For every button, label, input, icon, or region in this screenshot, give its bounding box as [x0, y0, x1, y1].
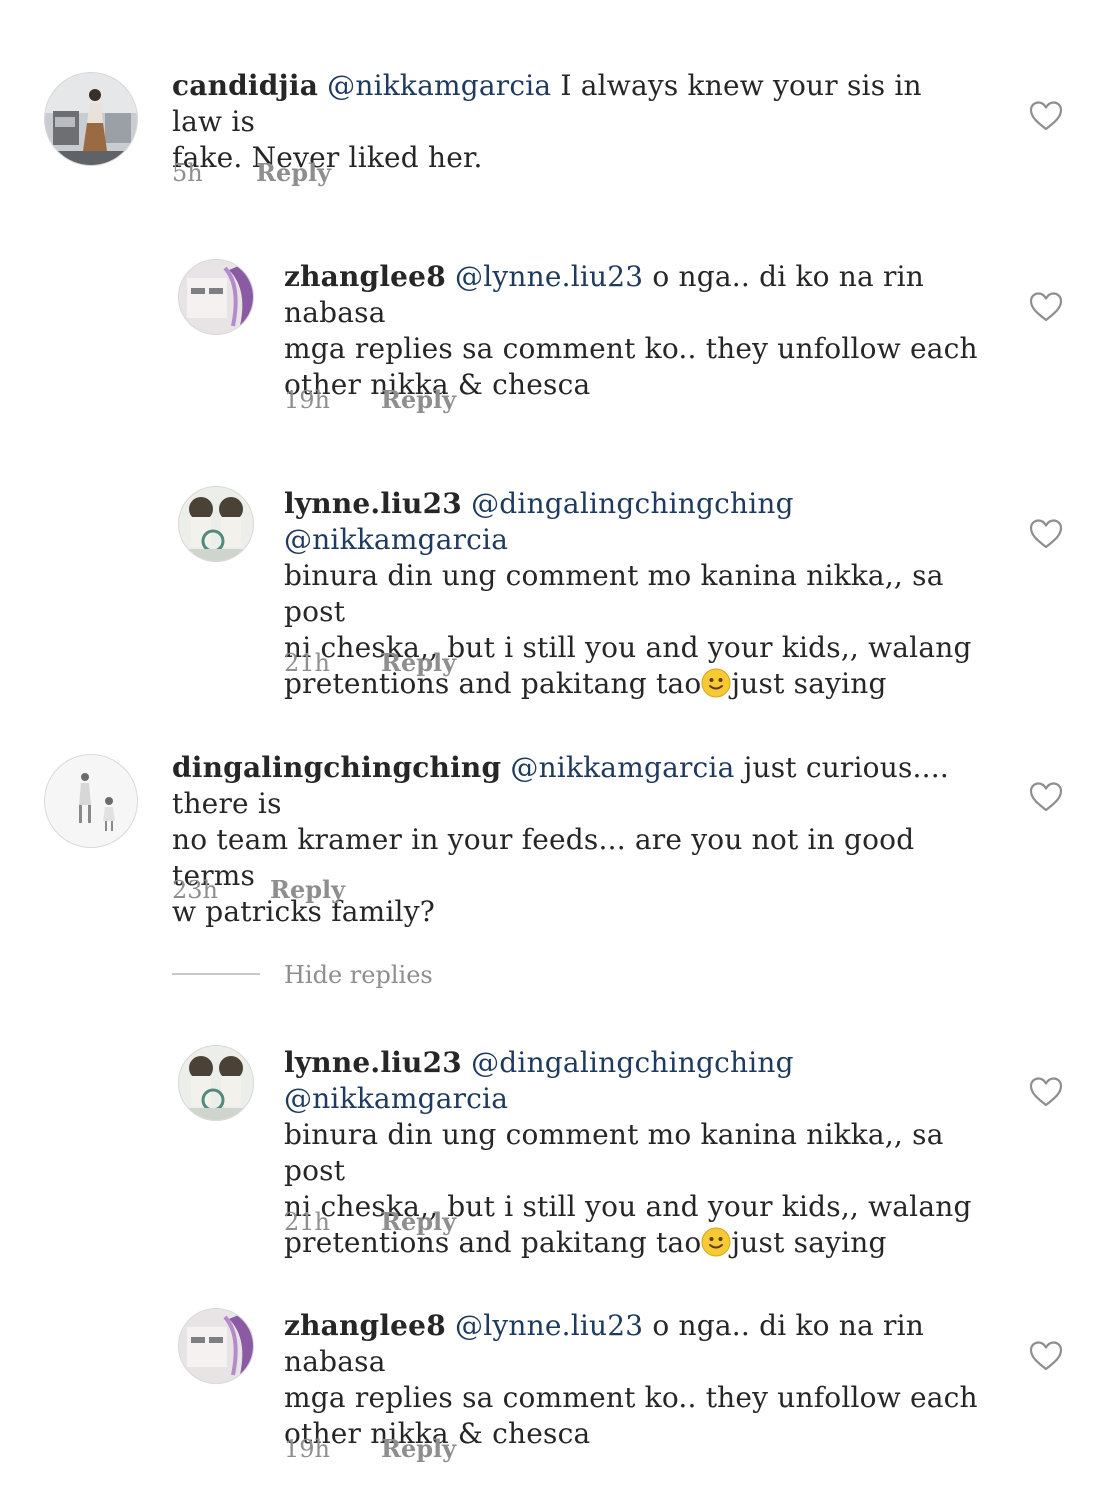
avatar-image [179, 1046, 253, 1120]
comment-username[interactable]: lynne.liu23 [284, 1046, 462, 1079]
comment-meta: 23h Reply [172, 875, 472, 905]
comment-mention[interactable]: @nikkamgarcia [327, 69, 551, 102]
comment-meta: 21h Reply [284, 648, 584, 678]
comment-body: just saying [731, 1226, 887, 1259]
comment-username[interactable]: lynne.liu23 [284, 487, 462, 520]
comment-mention[interactable]: @nikkamgarcia [510, 751, 734, 784]
avatar-image [179, 1309, 253, 1383]
comment-username[interactable]: candidjia [172, 69, 318, 102]
smiling-face-emoji-icon [701, 668, 731, 698]
reply-button[interactable]: Reply [381, 1207, 456, 1237]
comment-timestamp: 23h [172, 876, 218, 904]
hide-replies-divider [172, 973, 260, 975]
comment-body: binura din ung comment mo kanina nikka,,… [284, 559, 944, 628]
like-heart-icon[interactable] [1029, 1340, 1063, 1372]
comment-mention[interactable]: @lynne.liu23 [455, 1309, 643, 1342]
hide-replies-label[interactable]: Hide replies [284, 960, 433, 990]
comment-timestamp: 21h [284, 1208, 330, 1236]
reply-button[interactable]: Reply [256, 158, 331, 188]
comment-meta: 21h Reply [284, 1207, 584, 1237]
like-heart-icon[interactable] [1029, 100, 1063, 132]
avatar-lynne-liu23[interactable] [178, 486, 254, 562]
reply-button[interactable]: Reply [381, 648, 456, 678]
avatar-lynne-liu23[interactable] [178, 1045, 254, 1121]
comment-timestamp: 19h [284, 1435, 330, 1463]
like-heart-icon[interactable] [1029, 518, 1063, 550]
comment-text: zhanglee8 @lynne.liu23 o nga.. di ko na … [284, 259, 1004, 403]
comment-meta: 19h Reply [284, 1434, 584, 1464]
reply-button[interactable]: Reply [381, 385, 456, 415]
comment-body: mga replies sa comment ko.. they unfollo… [284, 332, 978, 365]
comment-body: just saying [731, 667, 887, 700]
reply-button[interactable]: Reply [381, 1434, 456, 1464]
comment-timestamp: 19h [284, 386, 330, 414]
avatar-zhanglee8[interactable] [178, 259, 254, 335]
comment-timestamp: 5h [172, 159, 203, 187]
avatar-candidjia[interactable] [44, 72, 138, 166]
reply-button[interactable]: Reply [270, 875, 345, 905]
avatar-image [45, 755, 137, 847]
comment-username[interactable]: zhanglee8 [284, 260, 446, 293]
like-heart-icon[interactable] [1029, 1076, 1063, 1108]
smiling-face-emoji-icon [701, 1227, 731, 1257]
comment-body: binura din ung comment mo kanina nikka,,… [284, 1118, 944, 1187]
avatar-zhanglee8[interactable] [178, 1308, 254, 1384]
avatar-dingalingchingching[interactable] [44, 754, 138, 848]
comment-timestamp: 21h [284, 649, 330, 677]
comment-body: mga replies sa comment ko.. they unfollo… [284, 1381, 978, 1414]
comment-username[interactable]: zhanglee8 [284, 1309, 446, 1342]
comment-meta: 19h Reply [284, 385, 584, 415]
avatar-image [179, 260, 253, 334]
like-heart-icon[interactable] [1029, 291, 1063, 323]
like-heart-icon[interactable] [1029, 781, 1063, 813]
comment-meta: 5h Reply [172, 158, 472, 188]
avatar-image [45, 73, 137, 165]
avatar-image [179, 487, 253, 561]
comment-text: zhanglee8 @lynne.liu23 o nga.. di ko na … [284, 1308, 1004, 1452]
comment-username[interactable]: dingalingchingching [172, 751, 501, 784]
comment-mention[interactable]: @lynne.liu23 [455, 260, 643, 293]
